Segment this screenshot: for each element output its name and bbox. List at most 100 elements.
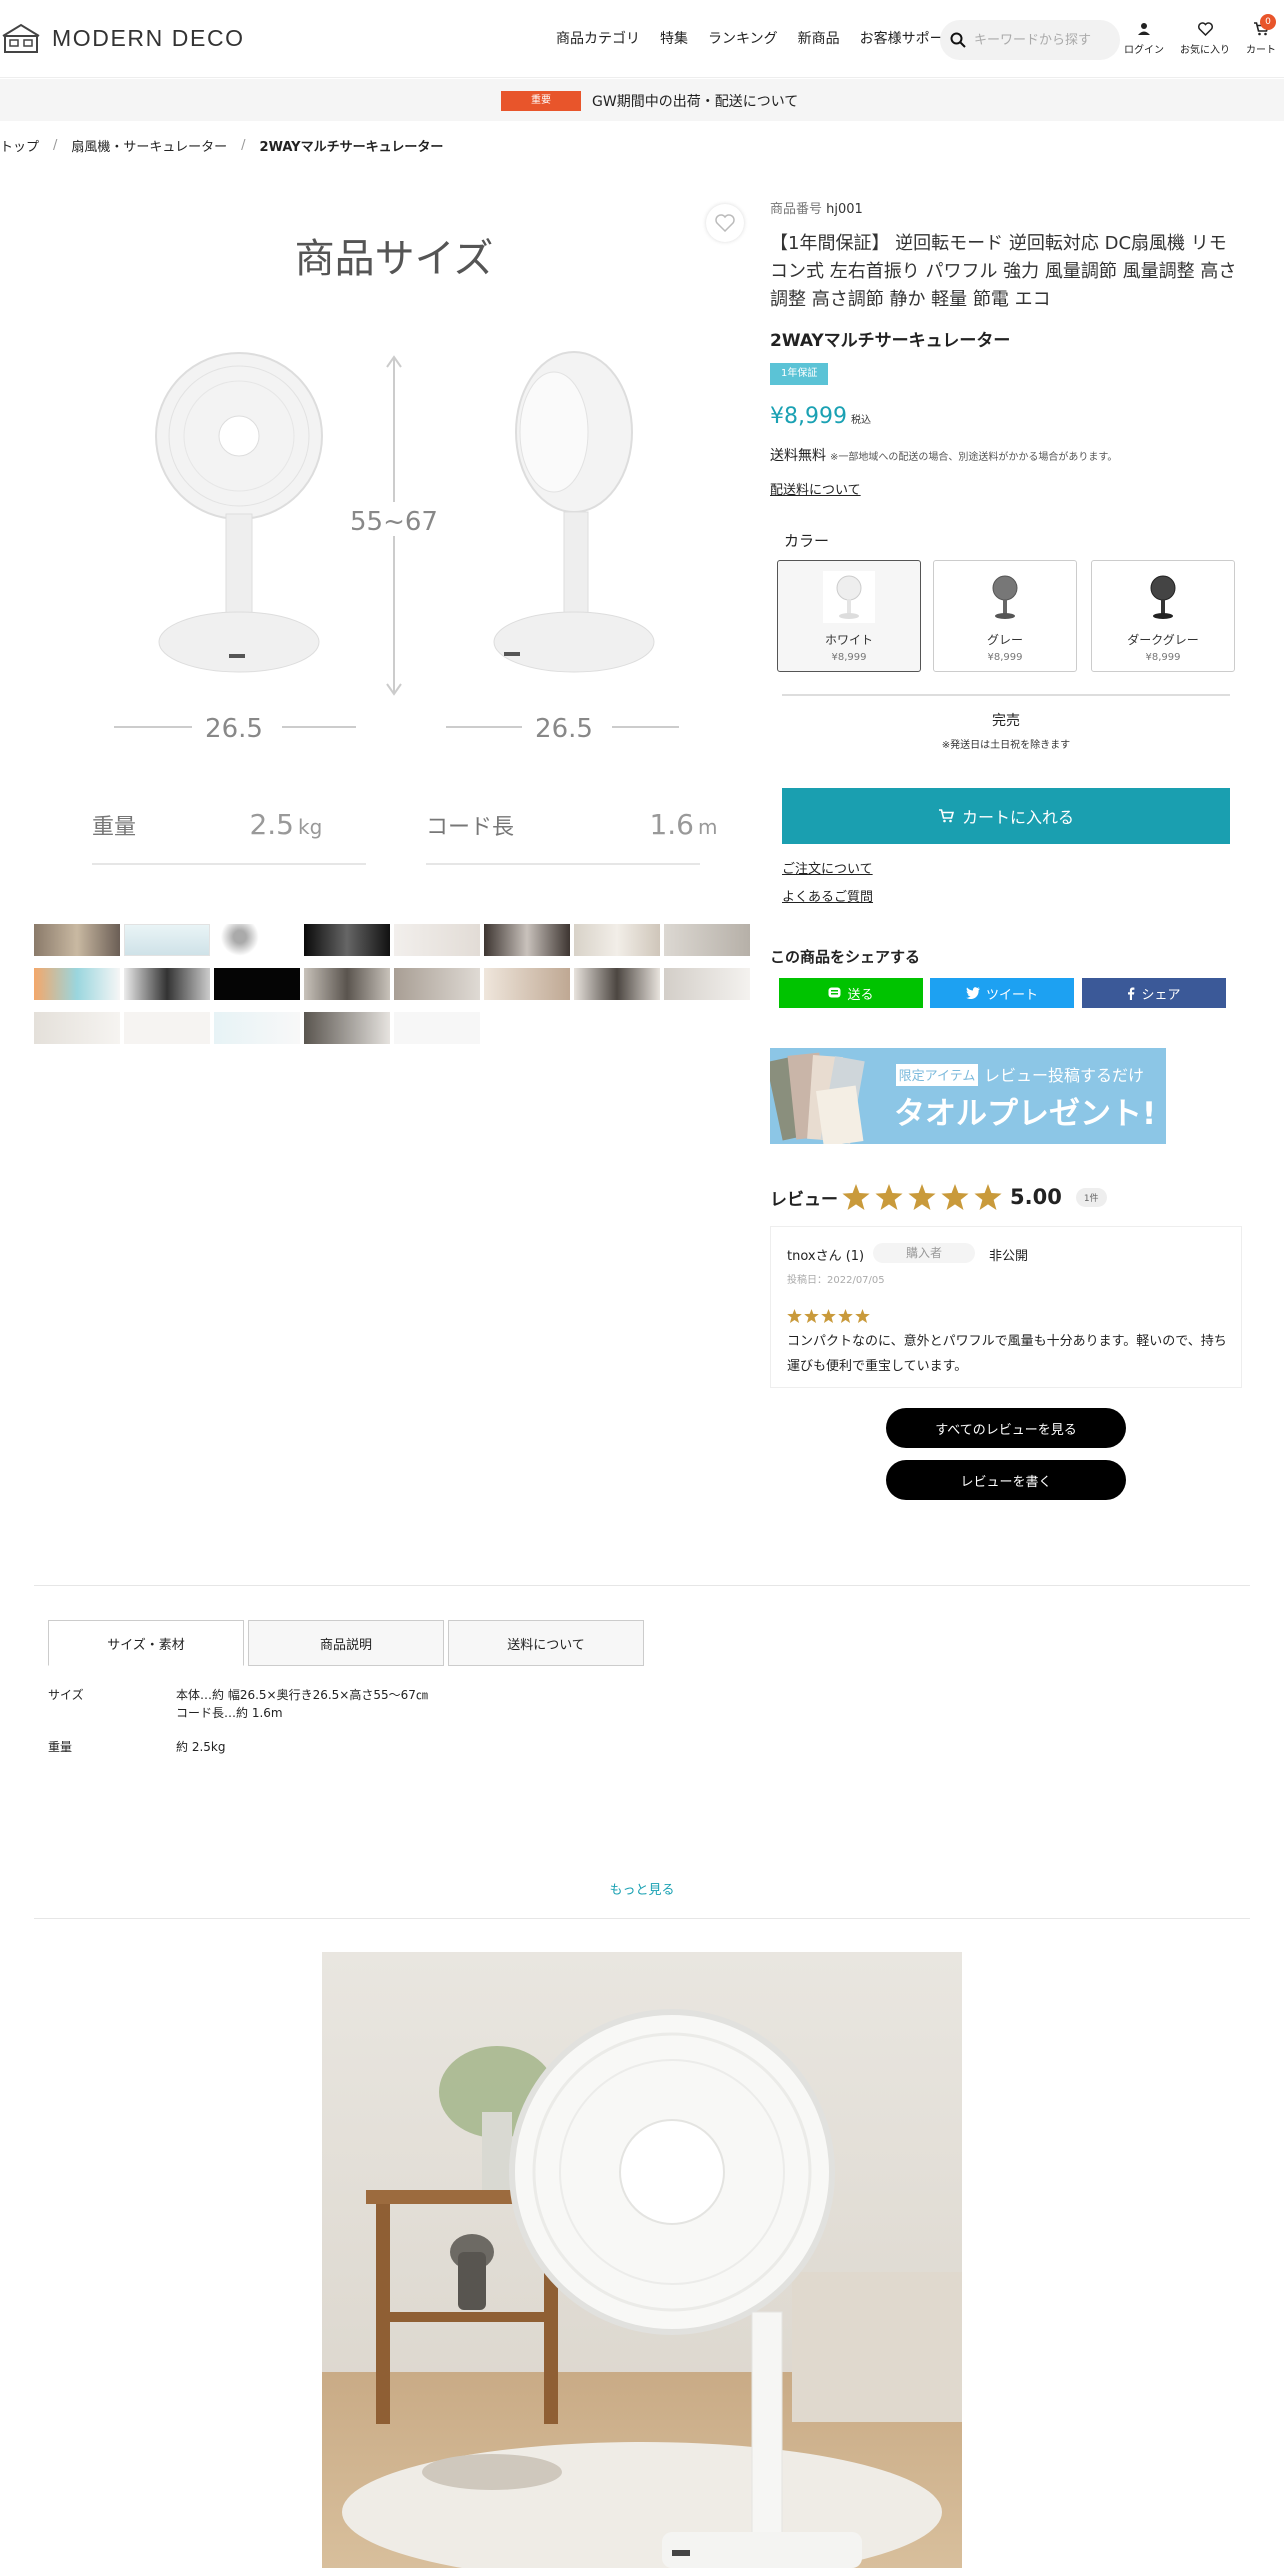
color-price: ¥8,999 [1145,652,1181,663]
product-code-value: hj001 [826,202,863,217]
thumbnail[interactable] [124,1012,210,1044]
nav-item-new[interactable]: 新商品 [798,28,840,48]
breadcrumb-category[interactable]: 扇風機・サーキュレーター [71,136,227,155]
notice-bar[interactable]: 重要 GW期間中の出荷・配送について [0,79,1284,121]
color-name: ダークグレー [1127,633,1199,647]
add-to-cart-label: カートに入れる [961,808,1074,827]
spec-key: サイズ [48,1688,84,1702]
fan-gray-thumbnail [992,575,1018,619]
twitter-icon [965,987,980,999]
banner-line1: レビュー投稿するだけ [984,1066,1144,1085]
thumbnail[interactable] [664,924,750,956]
thumbnail[interactable] [304,1012,390,1044]
breadcrumb-separator: / [241,138,246,153]
thumbnail[interactable] [124,968,210,1000]
price: ¥8,999 税込 [770,404,871,429]
login-label: ログイン [1124,45,1164,56]
thumbnail[interactable] [304,924,390,956]
warranty-badge: 1年保証 [770,363,829,385]
line-icon [828,987,841,999]
house-logo-icon [2,23,40,53]
tab-size-material[interactable]: サイズ・素材 [48,1620,244,1666]
share-twitter-label: ツイート [985,987,1038,1003]
main-product-image[interactable]: 商品サイズ 55~67 26.5 26.5 重量 2.5 kg コード長 1.6… [34,192,754,912]
review-campaign-banner[interactable]: 限定アイテム レビュー投稿するだけ タオルプレゼント! [770,1048,1166,1144]
color-name: グレー [986,633,1023,647]
thumbnail[interactable] [664,968,750,1000]
rating-stars [842,1184,1002,1210]
stock-status: 完売 [992,713,1020,729]
all-reviews-button[interactable]: すべてのレビューを見る [886,1408,1126,1448]
product-code: 商品番号 hj001 [770,198,863,217]
thumbnail[interactable] [34,968,120,1000]
breadcrumb-top[interactable]: トップ [0,136,39,155]
logo-text: MODERN DECO [52,24,245,51]
star-icon [842,1184,870,1210]
spec-value-line: 約 2.5kg [176,1740,226,1754]
cart-count-badge: 0 [1260,14,1276,30]
thumbnail[interactable] [214,968,300,1000]
fan-front-illustration [155,352,323,673]
thumbnail[interactable] [394,924,480,956]
thumbnail[interactable] [484,968,570,1000]
nav-item-ranking[interactable]: ランキング [708,28,778,48]
reviewer-name[interactable]: tnoxさん (1) [787,1245,864,1264]
tab-shipping[interactable]: 送料について [448,1620,644,1666]
thumbnail[interactable] [304,968,390,1000]
color-option-white[interactable]: ホワイト ¥8,999 [777,560,921,672]
section-divider [34,1585,1250,1586]
cart-link[interactable]: 0 カート [1246,14,1276,56]
shipping-fee-link[interactable]: 配送料について [770,479,861,498]
color-price: ¥8,999 [987,652,1023,663]
share-facebook-button[interactable]: シェア [1082,978,1226,1008]
color-option-dark-gray[interactable]: ダークグレー ¥8,999 [1091,560,1235,672]
thumbnail[interactable] [214,1012,300,1044]
star-icon [787,1309,802,1323]
site-logo[interactable]: MODERN DECO [0,22,245,54]
tab-description[interactable]: 商品説明 [248,1620,444,1666]
share-line-button[interactable]: 送る [779,978,923,1008]
thumbnail[interactable] [214,924,300,956]
star-icon [908,1184,936,1210]
thumbnail-strip [34,924,756,1056]
color-option-gray[interactable]: グレー ¥8,999 [933,560,1077,672]
search-input[interactable] [974,32,1114,48]
thumbnail[interactable] [34,1012,120,1044]
login-link[interactable]: ログイン [1124,22,1164,56]
share-facebook-label: シェア [1141,987,1181,1003]
show-more-link[interactable]: もっと見る [0,1879,1284,1898]
favorite-button[interactable] [706,204,744,242]
review-count: 1件 [1075,1187,1107,1207]
breadcrumb: トップ / 扇風機・サーキュレーター / 2WAYマルチサーキュレーター [0,136,443,155]
notice-text[interactable]: GW期間中の出荷・配送について [592,91,798,111]
nav-item-category[interactable]: 商品カテゴリ [556,28,640,48]
search-icon[interactable] [950,32,966,48]
write-review-button[interactable]: レビューを書く [886,1460,1126,1500]
thumbnail[interactable] [394,968,480,1000]
faq-link[interactable]: よくあるご質問 [782,886,873,905]
star-icon [821,1309,836,1323]
star-icon [875,1184,903,1210]
nav-item-features[interactable]: 特集 [660,28,688,48]
thumbnail[interactable] [394,1012,480,1044]
order-info-link[interactable]: ご注文について [782,858,873,877]
review-summary: レビュー 5.00 1件 [770,1184,1107,1210]
share-title: この商品をシェアする [770,948,921,966]
heart-outline-icon [715,214,735,232]
thumbnail[interactable] [574,968,660,1000]
add-to-cart-button[interactable]: カートに入れる [782,788,1230,844]
cart-icon [938,809,954,823]
thumbnail[interactable] [124,924,210,956]
breadcrumb-separator: / [53,138,58,153]
thumbnail[interactable] [34,924,120,956]
weight-value: 2.5 [249,808,294,841]
towel-campaign-image: 限定アイテム レビュー投稿するだけ タオルプレゼント! [770,1048,1166,1144]
heart-icon [1197,22,1213,37]
thumbnail[interactable] [574,924,660,956]
share-twitter-button[interactable]: ツイート [930,978,1074,1008]
review-stars [787,1309,870,1323]
thumbnail[interactable] [484,924,570,956]
favorites-link[interactable]: お気に入り [1180,22,1230,56]
width-label-right: 26.5 [535,714,593,744]
global-nav: 商品カテゴリ 特集 ランキング 新商品 お客様サポート [556,28,978,48]
